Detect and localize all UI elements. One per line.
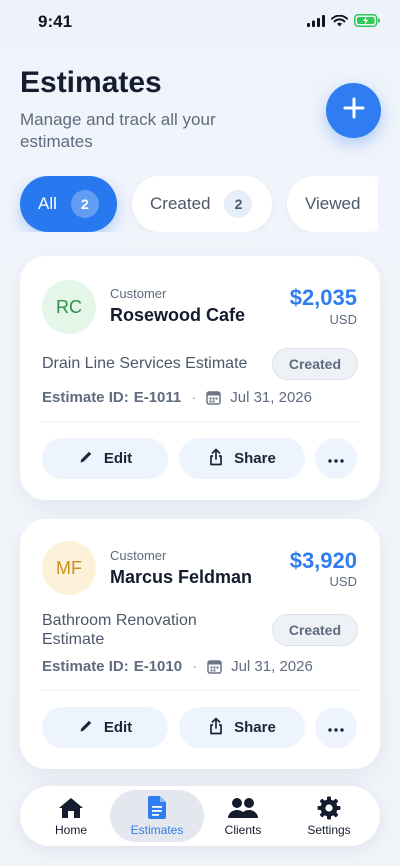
tab-label: Settings bbox=[307, 822, 351, 837]
filter-chip-label: All bbox=[38, 194, 57, 213]
divider bbox=[42, 421, 358, 422]
estimate-amount: $3,920 bbox=[289, 548, 357, 573]
meta-separator: · bbox=[192, 658, 198, 675]
estimate-date: Jul 31, 2026 bbox=[231, 658, 313, 675]
status-time: 9:41 bbox=[38, 12, 73, 31]
avatar: RC bbox=[42, 280, 96, 334]
calendar-icon bbox=[207, 659, 222, 674]
gear-icon bbox=[317, 796, 341, 820]
tab-clients[interactable]: Clients bbox=[204, 790, 282, 842]
avatar: MF bbox=[42, 541, 96, 595]
estimate-card[interactable]: RC Customer Rosewood Cafe $2,035 USD Dra… bbox=[20, 256, 380, 500]
edit-label: Edit bbox=[103, 719, 133, 736]
estimate-date: Jul 31, 2026 bbox=[230, 389, 312, 406]
estimate-currency: USD bbox=[329, 574, 357, 589]
estimate-card[interactable]: MF Customer Marcus Feldman $3,920 USD Ba… bbox=[20, 519, 380, 769]
meta-separator: · bbox=[191, 389, 197, 406]
plus-icon bbox=[343, 97, 365, 124]
ellipsis-icon bbox=[328, 719, 344, 737]
filter-chips: All 2 Created 2 Viewed bbox=[0, 176, 378, 232]
filter-chip-count: 2 bbox=[224, 190, 253, 218]
page-title: Estimates bbox=[20, 66, 162, 99]
tab-estimates[interactable]: Estimates bbox=[110, 790, 204, 842]
estimate-title: Bathroom Renovation Estimate bbox=[42, 612, 197, 648]
pencil-icon bbox=[78, 449, 94, 469]
tab-settings[interactable]: Settings bbox=[290, 790, 368, 842]
users-icon bbox=[228, 796, 258, 820]
share-icon bbox=[208, 448, 224, 470]
pencil-icon bbox=[78, 718, 94, 738]
page-subtitle: Manage and track all your estimates bbox=[20, 110, 216, 151]
document-icon bbox=[148, 796, 166, 820]
filter-chip-all[interactable]: All 2 bbox=[20, 176, 117, 232]
estimate-currency: USD bbox=[329, 312, 357, 327]
share-button[interactable]: Share bbox=[179, 438, 305, 479]
status-badge: Created bbox=[271, 348, 358, 380]
customer-label: Customer bbox=[110, 286, 167, 301]
more-options-button[interactable] bbox=[315, 707, 357, 748]
share-icon bbox=[208, 717, 224, 739]
estimate-amount: $2,035 bbox=[289, 285, 357, 310]
tab-label: Home bbox=[54, 822, 87, 837]
filter-chip-count: 2 bbox=[70, 190, 99, 218]
customer-name: Rosewood Cafe bbox=[110, 305, 246, 325]
share-button[interactable]: Share bbox=[179, 707, 305, 748]
edit-label: Edit bbox=[103, 450, 133, 467]
filter-chip-created[interactable]: Created 2 bbox=[132, 176, 272, 232]
divider bbox=[42, 690, 358, 691]
share-label: Share bbox=[234, 450, 276, 467]
estimate-meta: Estimate ID: E-1010 · Jul 31, 2026 bbox=[42, 658, 313, 675]
customer-name: Marcus Feldman bbox=[110, 567, 253, 587]
customer-label: Customer bbox=[110, 548, 167, 563]
estimate-id: E-1010 bbox=[133, 658, 183, 675]
filter-chip-label: Created bbox=[150, 194, 211, 213]
edit-button[interactable]: Edit bbox=[42, 707, 168, 748]
tab-label: Clients bbox=[224, 822, 262, 837]
edit-button[interactable]: Edit bbox=[42, 438, 168, 479]
estimate-id: E-1011 bbox=[133, 389, 182, 406]
wifi-icon bbox=[331, 14, 348, 32]
more-options-button[interactable] bbox=[315, 438, 357, 479]
estimate-title: Drain Line Services Estimate bbox=[42, 355, 248, 372]
calendar-icon bbox=[206, 390, 221, 405]
ellipsis-icon bbox=[328, 450, 344, 468]
bottom-tab-bar: Home Estimates Clients Settings bbox=[20, 786, 380, 846]
home-icon bbox=[58, 796, 84, 820]
add-estimate-button[interactable] bbox=[326, 83, 381, 138]
filter-chip-label: Viewed bbox=[305, 194, 361, 213]
status-badge: Created bbox=[271, 614, 358, 646]
estimate-id-label: Estimate ID: bbox=[42, 658, 129, 675]
estimate-meta: Estimate ID: E-1011 · Jul 31, 2026 bbox=[42, 389, 312, 406]
estimate-id-label: Estimate ID: bbox=[42, 389, 129, 406]
share-label: Share bbox=[234, 719, 276, 736]
tab-label: Estimates bbox=[130, 822, 184, 837]
signal-icon bbox=[307, 14, 325, 32]
battery-icon bbox=[354, 14, 380, 32]
status-icons bbox=[307, 14, 380, 32]
filter-chip-viewed[interactable]: Viewed bbox=[287, 176, 378, 232]
tab-home[interactable]: Home bbox=[32, 790, 110, 842]
status-bar: 9:41 bbox=[0, 0, 400, 44]
